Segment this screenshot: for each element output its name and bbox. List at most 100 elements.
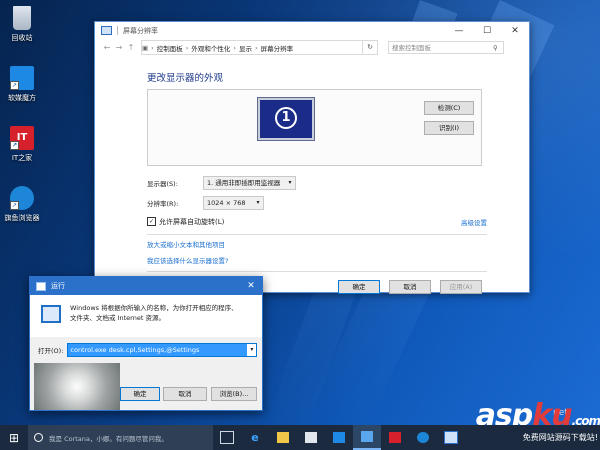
back-arrow-icon[interactable]: ←: [101, 43, 113, 52]
app-icon: [333, 432, 345, 443]
display-row: 显示器(S): 1. 通用非即插即用监视器 ▾: [147, 173, 487, 193]
taskbar-control-panel[interactable]: [353, 425, 381, 450]
close-button[interactable]: ✕: [240, 281, 262, 291]
open-row: 打开(O): control.exe desk.cpl,Settings,@Se…: [38, 343, 258, 357]
screen-resolution-window: 屏幕分辨率 — ☐ ✕ ← → ↑ ▣ › 控制面板 › 外观和个性化 › 显示…: [94, 21, 530, 296]
taskbar-explorer[interactable]: [269, 425, 297, 450]
desktop-icon-label: 软媒魔方: [8, 94, 36, 102]
taskbar-app-office[interactable]: [325, 425, 353, 450]
start-button[interactable]: ⊞: [0, 431, 28, 445]
run-ok-button[interactable]: 确定: [120, 387, 160, 401]
desktop-icon-label: IT之家: [11, 154, 33, 162]
open-input[interactable]: control.exe desk.cpl,Settings,@Settings …: [67, 343, 258, 357]
taskbar-fish-browser[interactable]: [409, 425, 437, 450]
divider: [147, 234, 487, 235]
cortana-search[interactable]: 我是 Cortana，小娜。有问题尽管问我。: [28, 425, 213, 450]
cortana-icon: [34, 433, 43, 442]
task-view-icon: [220, 431, 234, 444]
window-titlebar[interactable]: 屏幕分辨率 — ☐ ✕: [95, 22, 529, 39]
breadcrumb-item[interactable]: 显示: [239, 43, 252, 53]
display-label: 显示器(S):: [147, 180, 178, 188]
titlebar-separator: [117, 26, 118, 35]
desktop-icon-cube-app[interactable]: ↗ 软媒魔方: [0, 66, 44, 103]
breadcrumb-separator: ›: [151, 43, 154, 52]
chevron-down-icon[interactable]: ▾: [247, 344, 256, 356]
text-size-link[interactable]: 放大或缩小文本和其他项目: [147, 239, 487, 249]
run-dialog: 运行 ✕ Windows 将根据你所输入的名称，为你打开相应的程序、 文件夹、文…: [29, 276, 263, 411]
breadcrumb-separator: ›: [185, 43, 189, 52]
breadcrumb[interactable]: ▣ › 控制面板 › 外观和个性化 › 显示 › 屏幕分辨率: [141, 40, 363, 55]
taskbar-run[interactable]: [437, 425, 465, 450]
taskbar-store[interactable]: [297, 425, 325, 450]
which-settings-link[interactable]: 我应该选择什么显示器设置?: [147, 255, 487, 265]
refresh-icon[interactable]: ↻: [363, 40, 378, 55]
watermark-subtitle: 免费网站源码下载站!: [522, 433, 598, 442]
close-button[interactable]: ✕: [501, 26, 529, 36]
desktop-icon-label: 回收站: [11, 34, 33, 42]
shortcut-arrow-icon: ↗: [10, 201, 19, 210]
shortcut-arrow-icon: ↗: [10, 81, 19, 90]
desktop-icon-ithome[interactable]: IT ↗ IT之家: [0, 126, 44, 163]
ok-button[interactable]: 确定: [338, 280, 380, 294]
store-icon: [305, 432, 317, 443]
detect-button[interactable]: 检测(C): [424, 101, 474, 115]
display-select-value: 1. 通用非即插即用监视器: [207, 179, 281, 187]
window-content: 更改显示器的外观 1 检测(C) 识别(I) 显示器(S): 1. 通用非即插即…: [147, 70, 487, 296]
run-program-icon: [41, 305, 61, 323]
run-cancel-button[interactable]: 取消: [163, 387, 207, 401]
breadcrumb-item[interactable]: 控制面板: [157, 43, 183, 53]
cortana-placeholder: 我是 Cortana，小娜。有问题尽管问我。: [49, 434, 168, 443]
display-select[interactable]: 1. 通用非即插即用监视器 ▾: [203, 176, 296, 190]
overlay-photo: [34, 363, 120, 410]
run-icon: [36, 281, 46, 291]
run-titlebar[interactable]: 运行 ✕: [30, 277, 262, 295]
forward-arrow-icon[interactable]: →: [113, 43, 125, 52]
resolution-row: 分辨率(R): 1024 × 768 ▾: [147, 193, 487, 213]
monitor-icon: [361, 431, 373, 442]
taskbar: ⊞ 我是 Cortana，小娜。有问题尽管问我。 e: [0, 425, 600, 450]
resolution-select[interactable]: 1024 × 768 ▾: [203, 196, 264, 210]
fish-browser-icon: ↗: [10, 186, 34, 210]
watermark-logo: aspku.com: [476, 398, 600, 425]
watermark-accent: ku: [532, 398, 572, 425]
desktop-icon-recycle-bin[interactable]: 回收站: [0, 6, 44, 43]
breadcrumb-separator: ›: [254, 43, 258, 52]
folder-icon: [277, 432, 289, 443]
ithome-app-icon: [389, 432, 401, 443]
page-title: 更改显示器的外观: [147, 73, 224, 84]
cancel-button[interactable]: 取消: [389, 280, 431, 294]
recycle-bin-icon: [13, 6, 31, 30]
chevron-down-icon: ▾: [256, 199, 260, 206]
up-arrow-icon[interactable]: ↑: [125, 43, 137, 52]
cube-app-icon: ↗: [10, 66, 34, 90]
rotate-row: ✓ 允许屏幕自动旋转(L) 高级设置: [147, 213, 487, 230]
run-title: 运行: [51, 282, 65, 290]
monitor-thumbnail[interactable]: 1: [258, 98, 314, 140]
taskbar-ithome[interactable]: [381, 425, 409, 450]
breadcrumb-item[interactable]: 外观和个性化: [191, 43, 230, 53]
maximize-button[interactable]: ☐: [473, 26, 501, 36]
divider: [147, 271, 487, 272]
advanced-settings-link[interactable]: 高级设置: [461, 217, 487, 227]
task-view-button[interactable]: [213, 425, 241, 450]
minimize-button[interactable]: —: [445, 26, 473, 36]
edge-icon: e: [251, 431, 259, 444]
rotate-checkbox[interactable]: ✓: [147, 217, 156, 226]
resolution-label: 分辨率(R):: [147, 200, 179, 208]
apply-button[interactable]: 应用(A): [440, 280, 482, 294]
breadcrumb-item[interactable]: 屏幕分辨率: [261, 43, 294, 53]
run-description-line: Windows 将根据你所输入的名称，为你打开相应的程序、: [70, 304, 238, 312]
search-input[interactable]: 搜索控制面板 ⚲: [388, 41, 504, 54]
identify-button[interactable]: 识别(I): [424, 121, 474, 135]
run-icon: [444, 431, 458, 444]
taskbar-edge[interactable]: e: [241, 425, 269, 450]
chevron-down-icon: ▾: [288, 179, 292, 186]
run-description: Windows 将根据你所输入的名称，为你打开相应的程序、 文件夹、文档或 In…: [70, 303, 238, 323]
control-panel-icon: ▣: [142, 43, 149, 52]
monitor-icon: [101, 26, 112, 35]
open-label: 打开(O):: [38, 347, 64, 355]
run-body: Windows 将根据你所输入的名称，为你打开相应的程序、 文件夹、文档或 In…: [30, 295, 262, 337]
display-preview: 1 检测(C) 识别(I): [147, 89, 482, 166]
run-browse-button[interactable]: 浏览(B)...: [211, 387, 257, 401]
desktop-icon-fish-browser[interactable]: ↗ 旗鱼浏览器: [0, 186, 44, 223]
